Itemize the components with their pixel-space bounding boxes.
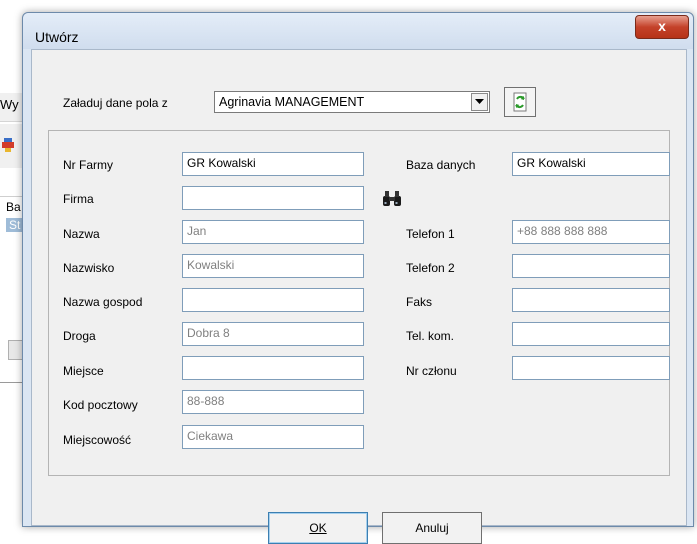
ok-button[interactable]: OK xyxy=(268,512,368,544)
close-button[interactable]: x xyxy=(635,15,689,39)
place-input[interactable] xyxy=(182,356,364,380)
farm-name-label: Nazwa gospod xyxy=(63,295,143,309)
member-number-input[interactable] xyxy=(512,356,670,380)
first-name-input[interactable]: Jan xyxy=(182,220,364,244)
create-dialog: Utwórz x Załaduj dane pola z Agrinavia M… xyxy=(22,12,694,544)
city-label: Miejscowość xyxy=(63,433,132,447)
farm-number-input[interactable]: GR Kowalski xyxy=(182,152,364,176)
farm-name-input[interactable] xyxy=(182,288,364,312)
background-app-icon xyxy=(2,138,14,152)
fax-label: Faks xyxy=(406,295,433,309)
background-menu-fragment: Wy xyxy=(0,97,19,112)
street-input[interactable]: Dobra 8 xyxy=(182,322,364,346)
close-icon: x xyxy=(658,18,666,34)
mobile-phone-label: Tel. kom. xyxy=(406,329,455,343)
cancel-button-label: Anuluj xyxy=(415,521,449,535)
first-name-label: Nazwa xyxy=(63,227,100,241)
load-data-label: Załaduj dane pola z xyxy=(63,96,168,110)
refresh-icon xyxy=(513,92,527,112)
database-label: Baza danych xyxy=(406,158,476,172)
dialog-title: Utwórz xyxy=(35,29,79,45)
dialog-titlebar[interactable]: Utwórz x xyxy=(23,13,693,49)
cancel-button[interactable]: Anuluj xyxy=(382,512,482,544)
farm-number-label: Nr Farmy xyxy=(63,158,113,172)
phone-1-input[interactable]: +88 888 888 888 xyxy=(512,220,670,244)
database-input[interactable]: GR Kowalski xyxy=(512,152,670,176)
surname-label: Nazwisko xyxy=(63,261,115,275)
surname-input[interactable]: Kowalski xyxy=(182,254,364,278)
binoculars-icon[interactable] xyxy=(382,190,402,208)
city-input[interactable]: Ciekawa xyxy=(182,425,364,449)
chevron-down-icon[interactable] xyxy=(471,93,488,111)
dialog-client: Załaduj dane pola z Agrinavia MANAGEMENT… xyxy=(31,49,687,544)
phone-1-label: Telefon 1 xyxy=(406,227,455,241)
load-source-value: Agrinavia MANAGEMENT xyxy=(219,95,365,109)
ok-button-label: OK xyxy=(309,521,327,535)
phone-2-label: Telefon 2 xyxy=(406,261,455,275)
company-input[interactable] xyxy=(182,186,364,210)
phone-2-input[interactable] xyxy=(512,254,670,278)
postal-code-label: Kod pocztowy xyxy=(63,398,138,412)
refresh-button[interactable] xyxy=(504,87,536,117)
background-list-item: St xyxy=(6,218,24,232)
background-list-header: Ba xyxy=(6,200,21,214)
fax-input[interactable] xyxy=(512,288,670,312)
load-source-select[interactable]: Agrinavia MANAGEMENT xyxy=(214,91,490,113)
member-number-label: Nr członu xyxy=(406,364,457,378)
street-label: Droga xyxy=(63,329,96,343)
place-label: Miejsce xyxy=(63,364,104,378)
mobile-phone-input[interactable] xyxy=(512,322,670,346)
postal-code-input[interactable]: 88-888 xyxy=(182,390,364,414)
company-label: Firma xyxy=(63,192,94,206)
